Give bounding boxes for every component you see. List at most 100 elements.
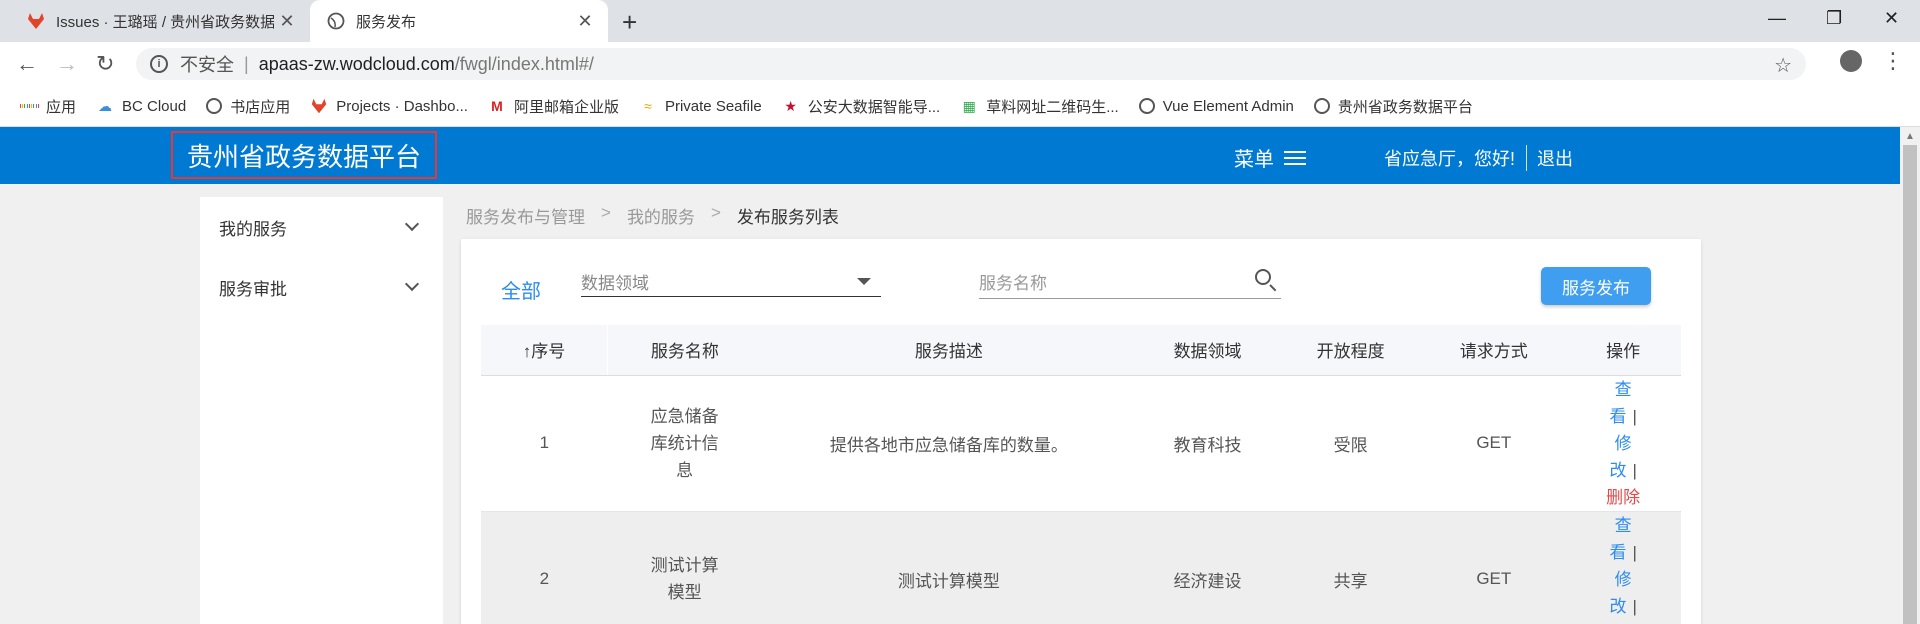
breadcrumb-current: 发布服务列表 xyxy=(736,208,839,227)
breadcrumb-item[interactable]: 服务发布与管理 xyxy=(466,203,585,228)
page-scrollbar[interactable]: ▲ xyxy=(1900,127,1920,624)
account-icon[interactable] xyxy=(1840,50,1862,72)
search-icon[interactable] xyxy=(1255,269,1271,285)
row-actions: 查看| 修改| 删除 xyxy=(1603,512,1643,624)
service-table: ↑序号 服务名称 服务描述 数据领域 开放程度 请求方式 操作 1 应急储备库统… xyxy=(481,325,1681,624)
browser-toolbar: ← → ↻ i 不安全 | apaas-zw.wodcloud.com /fwg… xyxy=(0,42,1920,86)
view-link[interactable]: 查看 xyxy=(1609,516,1631,562)
bookmark-star-icon[interactable]: ☆ xyxy=(1774,53,1792,78)
breadcrumb-item[interactable]: 我的服务 xyxy=(627,203,695,228)
bookmark-label: Private Seafile xyxy=(664,97,762,115)
sidebar: 我的服务 服务审批 xyxy=(200,197,443,624)
column-header-label: 序号 xyxy=(531,342,566,362)
cell-domain: 教育科技 xyxy=(1136,375,1280,512)
gitlab-icon xyxy=(310,97,328,115)
column-header-actions: 操作 xyxy=(1565,325,1681,376)
minimize-icon[interactable]: — xyxy=(1768,8,1786,29)
sidebar-item-my-services[interactable]: 我的服务 xyxy=(200,197,443,257)
more-icon[interactable]: ⋮ xyxy=(1882,48,1904,74)
service-name: 测试计算模型 xyxy=(650,556,719,602)
bookmark-projects[interactable]: Projects · Dashbo... xyxy=(310,97,468,115)
bookmark-bookstore[interactable]: 书店应用 xyxy=(206,96,290,117)
not-secure-label: 不安全 xyxy=(180,55,234,75)
window-close-icon[interactable]: ✕ xyxy=(1884,8,1899,29)
caret-down-icon xyxy=(857,278,871,285)
data-domain-select[interactable]: 数据领域 xyxy=(581,269,881,297)
url-separator: | xyxy=(244,53,249,74)
bookmark-vue-admin[interactable]: Vue Element Admin xyxy=(1138,97,1294,115)
bookmark-police-bigdata[interactable]: ★ 公安大数据智能导... xyxy=(782,96,940,117)
tab-issues[interactable]: Issues · 王璐瑶 / 贵州省政务数据 ✕ xyxy=(10,0,310,42)
qrcode-icon: ▦ xyxy=(962,97,976,114)
cell-actions: 查看| 修改| 删除 xyxy=(1565,511,1681,624)
action-separator: | xyxy=(1632,406,1637,426)
bookmark-apps[interactable]: 应用 xyxy=(20,96,76,117)
bookmark-label: Vue Element Admin xyxy=(1162,97,1294,115)
seafile-icon: ≈ xyxy=(644,98,652,114)
sidebar-item-service-approval[interactable]: 服务审批 xyxy=(200,257,443,317)
tab-strip: Issues · 王璐瑶 / 贵州省政务数据 ✕ 服务发布 ✕ + — ❐ ✕ xyxy=(0,0,1920,42)
column-header-index[interactable]: ↑序号 xyxy=(481,325,609,376)
column-header-method: 请求方式 xyxy=(1422,325,1566,376)
bookmark-gov-platform[interactable]: 贵州省政务数据平台 xyxy=(1313,96,1473,117)
sidebar-item-label: 服务审批 xyxy=(219,279,287,299)
bookmark-label: 书店应用 xyxy=(230,98,291,116)
forward-icon[interactable]: → xyxy=(56,51,78,77)
cloud-icon: ☁ xyxy=(98,97,113,114)
cell-name: 测试计算模型 xyxy=(607,511,762,624)
close-icon[interactable]: ✕ xyxy=(274,11,300,32)
edit-link[interactable]: 修改 xyxy=(1609,570,1631,616)
action-separator: | xyxy=(1632,596,1637,616)
cell-openness: 共享 xyxy=(1279,511,1423,624)
close-icon[interactable]: ✕ xyxy=(572,11,598,32)
bookmark-qrcode[interactable]: ▦ 草料网址二维码生... xyxy=(960,96,1119,117)
list-menu-icon xyxy=(1284,150,1306,165)
column-header-domain: 数据领域 xyxy=(1136,325,1280,376)
restore-icon[interactable]: ❐ xyxy=(1826,8,1842,29)
new-tab-icon[interactable]: + xyxy=(622,7,637,38)
tab-service-publish[interactable]: 服务发布 ✕ xyxy=(310,0,608,42)
mail-icon: M xyxy=(491,98,503,114)
select-placeholder: 数据领域 xyxy=(581,274,649,293)
user-greeting: 省应急厅，您好! xyxy=(1384,149,1516,169)
bookmark-seafile[interactable]: ≈ Private Seafile xyxy=(639,97,762,115)
app-header: 贵州省政务数据平台 菜单 省应急厅，您好! 退出 xyxy=(0,127,1900,184)
cell-method: GET xyxy=(1422,511,1566,624)
filter-all-link[interactable]: 全部 xyxy=(501,275,541,304)
globe-icon xyxy=(326,11,346,31)
bookmark-bc-cloud[interactable]: ☁ BC Cloud xyxy=(96,97,186,115)
cell-name: 应急储备库统计信息 xyxy=(607,375,762,512)
menu-label: 菜单 xyxy=(1234,149,1274,171)
row-actions: 查看| 修改| 删除 xyxy=(1603,376,1643,511)
column-header-name: 服务名称 xyxy=(607,325,762,376)
tab-title: 服务发布 xyxy=(356,13,417,31)
edit-link[interactable]: 修改 xyxy=(1609,434,1631,480)
apps-grid-icon xyxy=(20,97,38,115)
view-link[interactable]: 查看 xyxy=(1609,380,1631,426)
search-placeholder: 服务名称 xyxy=(979,274,1047,293)
scrollbar-thumb[interactable] xyxy=(1903,145,1917,624)
cell-desc: 测试计算模型 xyxy=(761,511,1137,624)
service-name-search[interactable]: 服务名称 xyxy=(979,269,1281,299)
browser-chrome: Issues · 王璐瑶 / 贵州省政务数据 ✕ 服务发布 ✕ + — ❐ ✕ … xyxy=(0,0,1920,127)
info-icon[interactable]: i xyxy=(150,55,168,73)
publish-service-button[interactable]: 服务发布 xyxy=(1541,267,1651,305)
table-header-row: ↑序号 服务名称 服务描述 数据领域 开放程度 请求方式 操作 xyxy=(481,325,1681,376)
reload-icon[interactable]: ↻ xyxy=(96,51,114,77)
delete-link[interactable]: 删除 xyxy=(1606,488,1640,507)
bookmark-label: 应用 xyxy=(46,98,77,116)
brand-title[interactable]: 贵州省政务数据平台 xyxy=(171,131,437,179)
bookmark-label: Projects · Dashbo... xyxy=(336,97,468,115)
tab-title: Issues · 王璐瑶 / 贵州省政务数据 xyxy=(56,13,274,31)
globe-icon xyxy=(1313,98,1330,114)
cell-index: 1 xyxy=(481,375,608,512)
menu-button[interactable]: 菜单 xyxy=(1234,143,1306,172)
column-header-openness: 开放程度 xyxy=(1279,325,1423,376)
table-row: 2 测试计算模型 测试计算模型 经济建设 共享 GET 查看| 修改| 删除 xyxy=(481,511,1681,624)
bookmark-aliyun-mail[interactable]: M 阿里邮箱企业版 xyxy=(488,96,619,117)
column-header-desc: 服务描述 xyxy=(761,325,1137,376)
logout-link[interactable]: 退出 xyxy=(1526,145,1573,171)
address-bar[interactable]: i 不安全 | apaas-zw.wodcloud.com /fwgl/inde… xyxy=(136,48,1806,80)
back-icon[interactable]: ← xyxy=(16,51,38,77)
scroll-up-icon[interactable]: ▲ xyxy=(1905,131,1915,142)
